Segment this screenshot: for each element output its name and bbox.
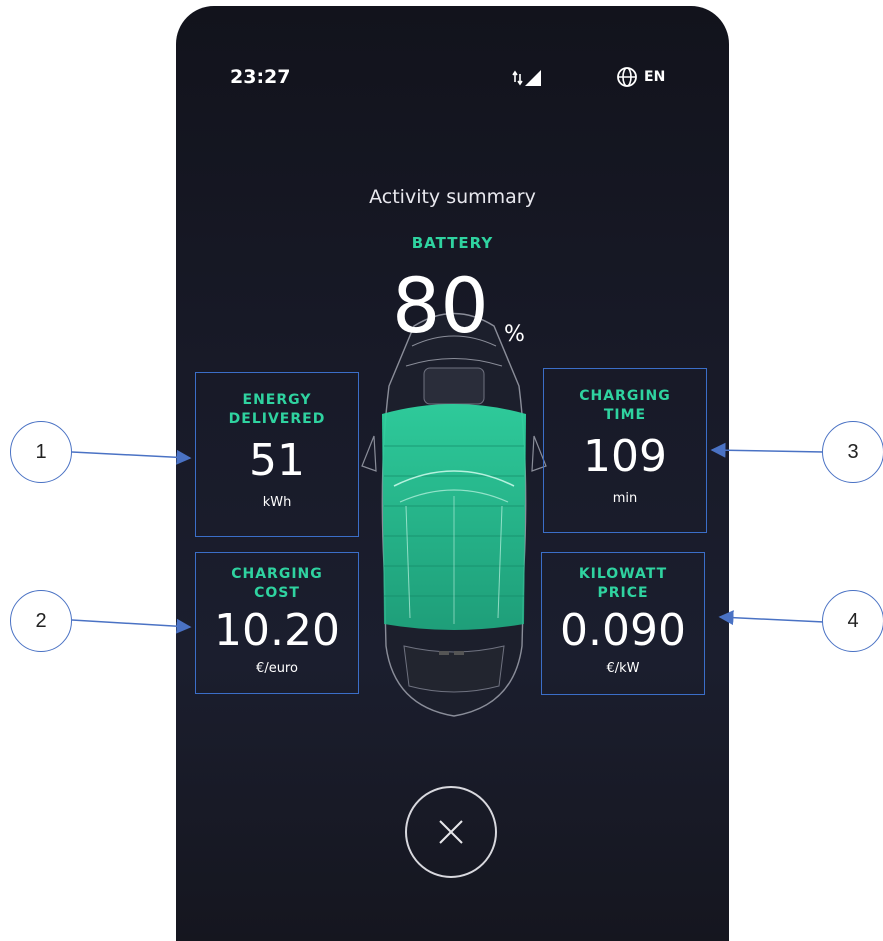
energy-delivered-value: 51 [249,434,305,486]
status-time: 23:27 [230,66,291,88]
language-label: EN [644,69,666,85]
signal-icon [512,70,541,86]
battery-unit: % [504,322,525,347]
battery-value: 80 [392,261,489,350]
callout-1: 1 [10,421,72,483]
charging-cost-value: 10.20 [214,604,340,656]
charging-cost-label: CHARGING COST [231,566,323,601]
energy-delivered-card: ENERGY DELIVERED 51 kWh [195,372,359,537]
kilowatt-price-unit: €/kW [606,660,640,676]
charging-cost-unit: €/euro [256,660,298,676]
energy-delivered-unit: kWh [262,494,292,510]
kilowatt-price-label: KILOWATT PRICE [578,566,668,601]
charging-time-label: CHARGING TIME [579,388,671,423]
battery-label: BATTERY [411,234,494,252]
energy-delivered-label: ENERGY DELIVERED [228,392,326,427]
page-title: Activity summary [369,186,536,208]
callout-3: 3 [822,421,883,483]
charging-time-unit: min [612,490,638,506]
charging-time-card: CHARGING TIME 109 min [543,368,707,533]
charging-cost-card: CHARGING COST 10.20 €/euro [195,552,359,694]
kilowatt-price-value: 0.090 [560,604,686,656]
close-button[interactable] [405,786,497,878]
car-icon [361,312,547,717]
arrow-2 [71,618,192,634]
language-selector[interactable]: EN [616,66,665,88]
phone-screen: 23:27 EN Activity summary BATTERY 80 % E… [176,6,729,941]
globe-icon [617,67,637,87]
kilowatt-price-card: KILOWATT PRICE 0.090 €/kW [541,552,705,695]
charging-time-value: 109 [583,430,667,482]
callout-2: 2 [10,590,72,652]
close-icon [439,820,463,844]
arrow-4 [718,610,825,626]
callout-4: 4 [822,590,883,652]
arrow-1 [71,449,192,465]
